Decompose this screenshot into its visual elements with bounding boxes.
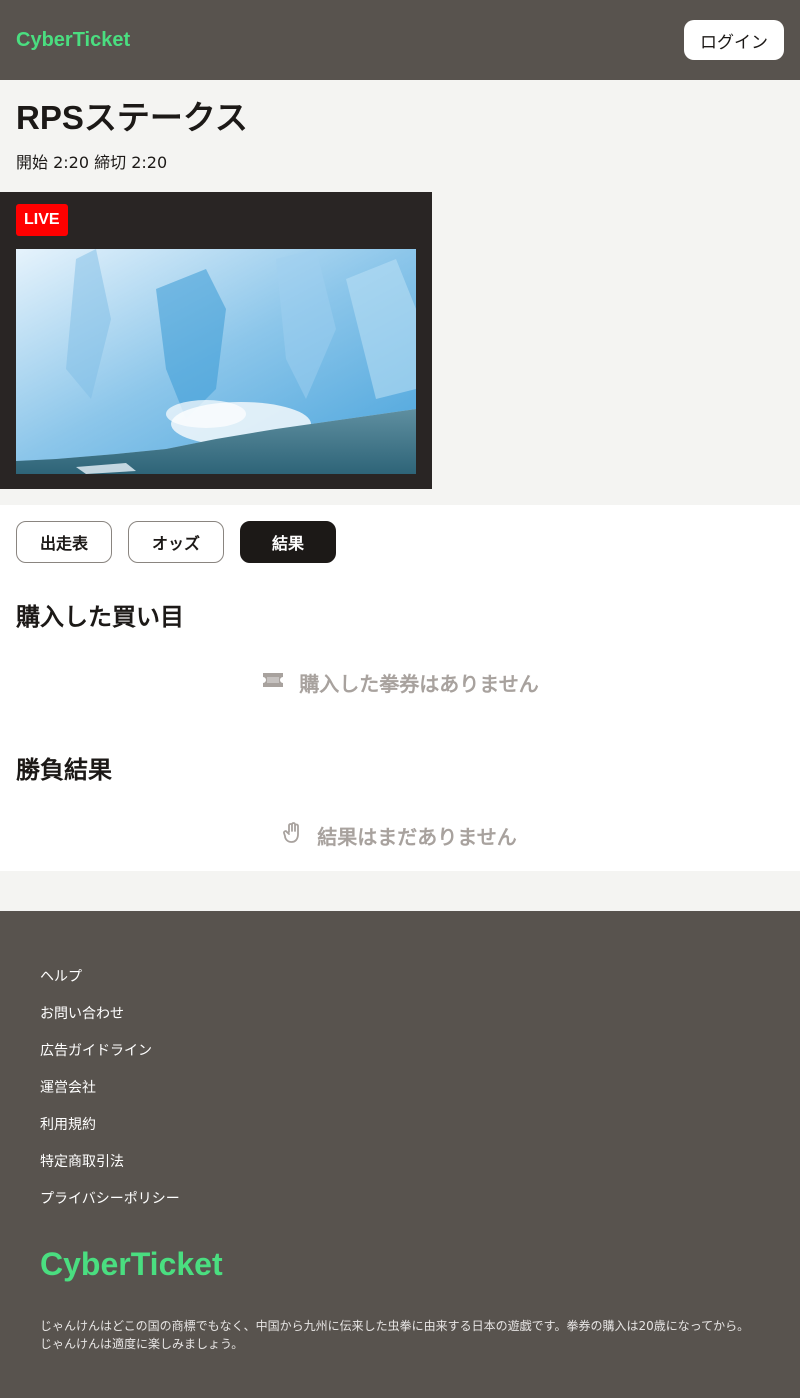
footer-logo: CyberTicket xyxy=(40,1246,223,1282)
footer-link-commerce-law[interactable]: 特定商取引法 xyxy=(40,1152,760,1189)
results-title: 勝負結果 xyxy=(16,756,112,784)
footer-link-privacy[interactable]: プライバシーポリシー xyxy=(40,1189,760,1226)
purchased-empty-state: 購入した拳券はありません xyxy=(16,652,784,712)
race-header: RPSステークス 開始 2:20 締切 2:20 xyxy=(0,80,800,192)
results-empty-text: 結果はまだありません xyxy=(317,824,517,849)
glacier-image xyxy=(16,249,416,474)
tab-odds[interactable]: オッズ xyxy=(128,521,224,563)
footer-link-ad-guidelines[interactable]: 広告ガイドライン xyxy=(40,1041,760,1078)
race-tabs: 出走表 オッズ 結果 xyxy=(16,521,784,563)
site-logo[interactable]: CyberTicket xyxy=(16,29,130,52)
site-footer: ヘルプ お問い合わせ 広告ガイドライン 運営会社 利用規約 特定商取引法 プライ… xyxy=(0,911,800,1398)
footer-links: ヘルプ お問い合わせ 広告ガイドライン 運営会社 利用規約 特定商取引法 プライ… xyxy=(40,967,760,1226)
site-header: CyberTicket ログイン xyxy=(0,0,800,80)
login-button[interactable]: ログイン xyxy=(684,20,784,60)
tab-results[interactable]: 結果 xyxy=(240,521,336,563)
live-video[interactable] xyxy=(16,249,416,474)
results-empty-state: 結果はまだありません xyxy=(16,805,784,865)
hand-icon xyxy=(283,821,303,849)
purchased-empty-text: 購入した拳券はありません xyxy=(299,671,539,696)
purchased-title: 購入した買い目 xyxy=(16,603,184,631)
live-player: LIVE xyxy=(0,192,432,489)
footer-link-terms[interactable]: 利用規約 xyxy=(40,1115,760,1152)
footer-link-company[interactable]: 運営会社 xyxy=(40,1078,760,1115)
footer-note: じゃんけんはどこの国の商標でもなく、中国から九州に伝来した虫拳に由来する日本の遊… xyxy=(40,1319,750,1351)
footer-link-contact[interactable]: お問い合わせ xyxy=(40,1004,760,1041)
race-title: RPSステークス xyxy=(16,99,248,136)
footer-link-help[interactable]: ヘルプ xyxy=(40,967,760,1004)
race-panel: 出走表 オッズ 結果 購入した買い目 購入した拳券はありません 勝負結果 結果は… xyxy=(0,505,800,871)
race-times: 開始 2:20 締切 2:20 xyxy=(16,153,168,172)
ticket-icon xyxy=(261,670,285,694)
tab-entries[interactable]: 出走表 xyxy=(16,521,112,563)
live-badge: LIVE xyxy=(16,204,68,236)
